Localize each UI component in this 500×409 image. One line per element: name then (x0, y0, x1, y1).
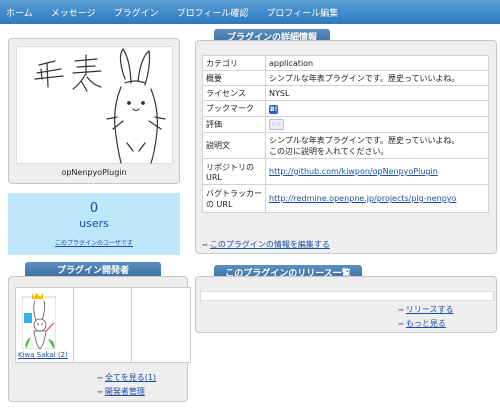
developer-cell-empty (74, 288, 132, 362)
arrow-right-icon: ➡ (97, 374, 103, 382)
users-count-box: 0 users このプラグインのユーザです (8, 193, 180, 255)
edit-plugin-info-link[interactable]: このプラグインの情報を編集する (210, 240, 330, 249)
row-key-line: URL (206, 172, 222, 182)
table-row: ブックマーク B! (202, 100, 489, 117)
row-key: ブックマーク (202, 100, 266, 117)
description-line: この辺に説明を入れてください。 (269, 146, 389, 156)
row-value: シンプルな年表プラグインです。歴史っていいよね。 この辺に説明を入れてください。 (265, 132, 489, 159)
developer-links: ➡ 全てを見る(1) ➡ 開発者管理 (97, 371, 156, 399)
rating-icon[interactable]: ☆☆ (269, 119, 284, 130)
developer-cell-empty (132, 288, 190, 362)
nav-plugins[interactable]: プラグイン (114, 6, 159, 19)
table-row: 概要 シンプルな年表プラグインです。歴史っていいよね。 (202, 70, 489, 86)
see-all-developers-link[interactable]: 全てを見る(1) (105, 373, 156, 382)
row-key: ライセンス (202, 85, 266, 101)
developer-cell[interactable]: Kiwa Sakai (2) (16, 288, 74, 362)
arrow-right-icon: ➡ (97, 388, 103, 396)
table-row: カテゴリ application (202, 55, 489, 71)
plugin-photo-box: opNenpyoPlugin (8, 38, 180, 184)
row-value: B! (265, 100, 489, 117)
details-table: カテゴリ application 概要 シンプルな年表プラグインです。歴史ってい… (202, 55, 489, 213)
releases-box: ➡ リリースする ➡ もっと見る (195, 276, 497, 333)
nav-messages[interactable]: メッセージ (51, 6, 96, 19)
developers-box: Kiwa Sakai (2) ➡ 全てを見る(1) ➡ 開発者管理 (8, 276, 191, 402)
row-key: 説明文 (202, 132, 266, 159)
table-row: 評価 ☆☆ (202, 116, 489, 133)
row-key: 評価 (202, 116, 266, 133)
plugin-users-link[interactable]: このプラグインのユーザです (8, 238, 180, 247)
description-line: シンプルな年表プラグインです。歴史っていいよね。 (269, 135, 460, 145)
rabbit-nenpyo-drawing (34, 47, 166, 164)
row-key: リポジトリの URL (202, 158, 266, 185)
nav-profile-view[interactable]: プロフィール確認 (177, 6, 249, 19)
row-key: 概要 (202, 70, 266, 86)
users-label: users (79, 217, 109, 230)
row-key-line: リポジトリの (206, 162, 254, 172)
developer-grid: Kiwa Sakai (2) (15, 287, 191, 363)
manage-developers-link[interactable]: 開発者管理 (105, 387, 145, 396)
details-box: カテゴリ application 概要 シンプルな年表プラグインです。歴史ってい… (195, 40, 497, 254)
top-nav: ホーム メッセージ プラグイン プロフィール確認 プロフィール編集 (0, 0, 500, 24)
hatena-bookmark-icon[interactable]: B! (269, 104, 279, 114)
row-key: バグトラッカー の URL (202, 184, 266, 213)
table-row: リポジトリの URL http://github.com/kiwpon/opNe… (202, 158, 489, 185)
row-value: NYSL (265, 85, 489, 101)
arrow-right-icon: ➡ (398, 320, 404, 328)
row-key: カテゴリ (202, 55, 266, 71)
bugtracker-url-link[interactable]: http://redmine.openpne.jp/projects/plg-n… (269, 194, 456, 203)
table-row: ライセンス NYSL (202, 85, 489, 101)
row-value: application (265, 55, 489, 71)
release-link[interactable]: リリースする (406, 305, 454, 314)
users-count: 0 (89, 201, 99, 216)
nav-profile-edit[interactable]: プロフィール編集 (266, 6, 338, 19)
repository-url-link[interactable]: http://github.com/kiwpon/opNenpyoPlugin (269, 167, 438, 176)
developer-name-link[interactable]: Kiwa Sakai (2) (18, 351, 68, 359)
row-key-line: バグトラッカー (206, 188, 262, 198)
row-value: ☆☆ (265, 116, 489, 133)
more-releases-link[interactable]: もっと見る (406, 319, 446, 328)
release-links: ➡ リリースする ➡ もっと見る (398, 303, 453, 331)
table-row: 説明文 シンプルな年表プラグインです。歴史っていいよね。 この辺に説明を入れてく… (202, 132, 489, 159)
edit-plugin-info: ➡ このプラグインの情報を編集する (202, 239, 330, 250)
arrow-right-icon: ➡ (398, 306, 404, 314)
nav-home[interactable]: ホーム (6, 6, 33, 19)
row-value: http://github.com/kiwpon/opNenpyoPlugin (265, 158, 489, 185)
row-key-line: の URL (206, 199, 233, 209)
developer-avatar[interactable] (22, 291, 56, 349)
row-value: シンプルな年表プラグインです。歴史っていいよね。 (265, 70, 489, 86)
row-value: http://redmine.openpne.jp/projects/plg-n… (265, 184, 489, 213)
table-row: バグトラッカー の URL http://redmine.openpne.jp/… (202, 184, 489, 213)
plugin-name: opNenpyoPlugin (61, 168, 127, 177)
plugin-image (16, 46, 173, 164)
arrow-right-icon: ➡ (202, 241, 208, 249)
releases-list (200, 291, 494, 301)
